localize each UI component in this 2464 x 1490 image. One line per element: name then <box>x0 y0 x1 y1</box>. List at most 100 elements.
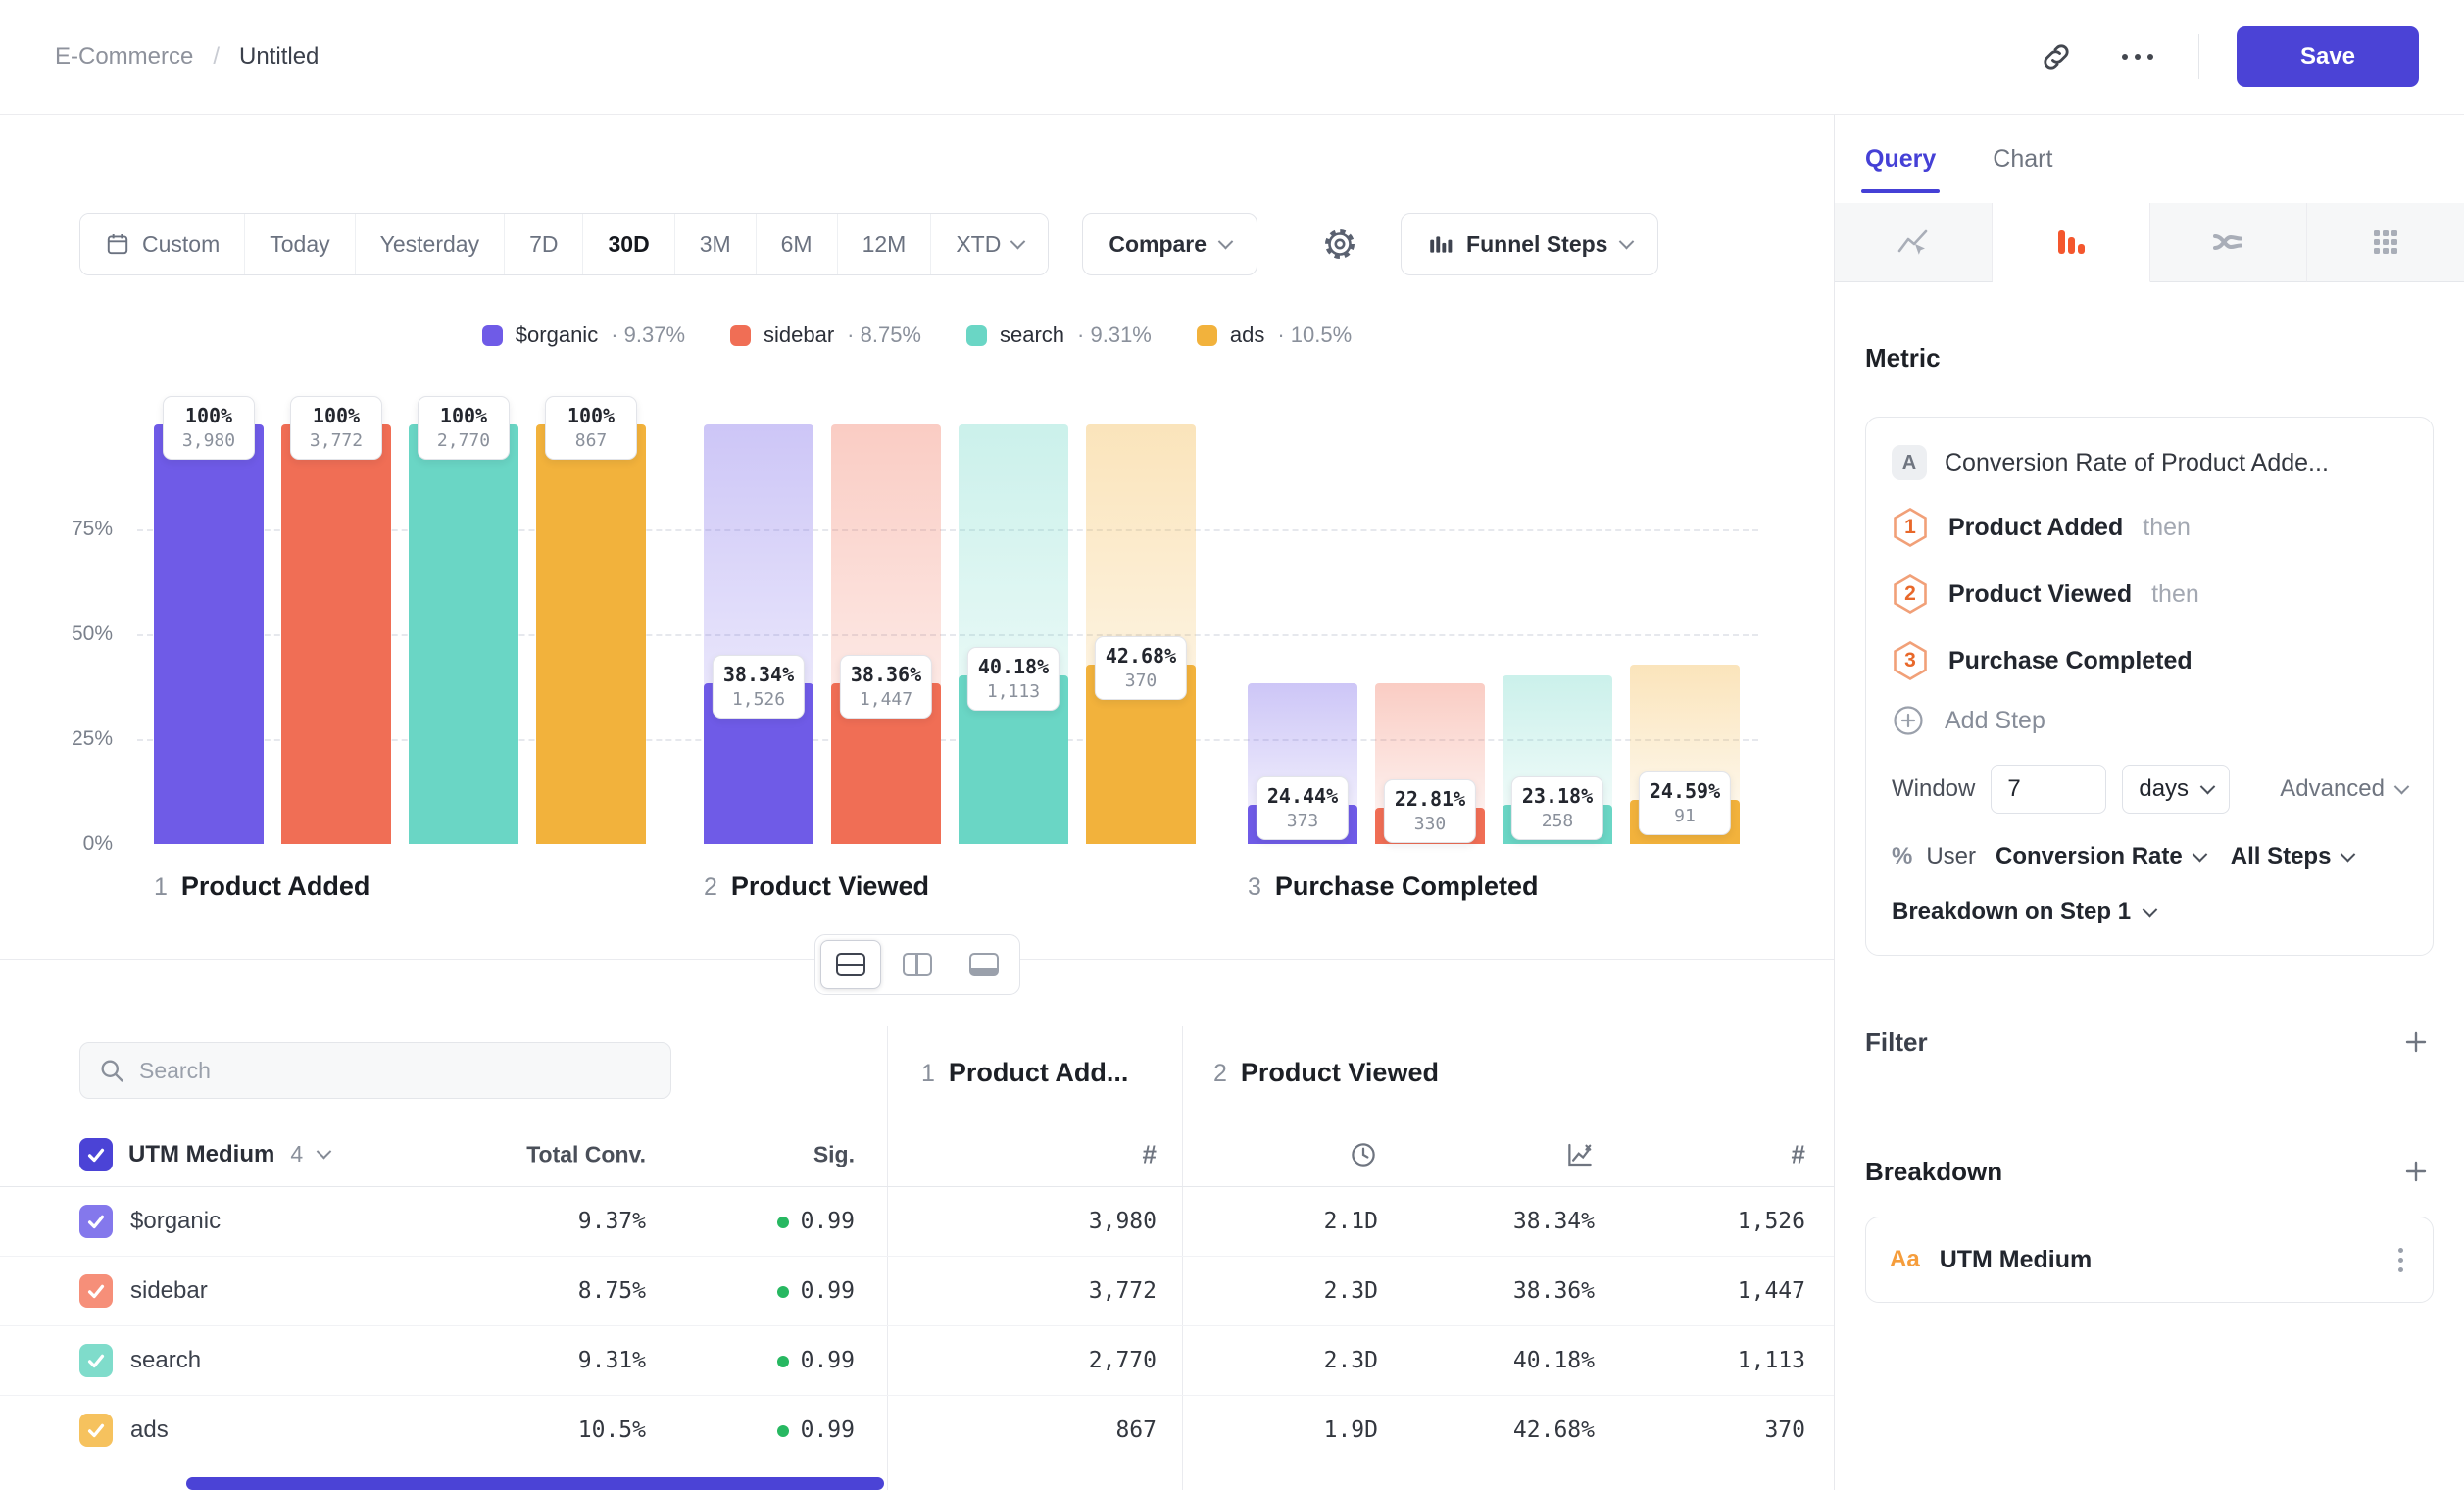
unit-percent-icon[interactable]: % <box>1892 843 1912 870</box>
legend-item[interactable]: $organic· 9.37% <box>482 323 685 348</box>
check-icon <box>85 1280 107 1302</box>
compare-button[interactable]: Compare <box>1082 213 1257 275</box>
avg-time-column-icon[interactable] <box>1349 1140 1378 1169</box>
range-label: 12M <box>862 231 907 258</box>
funnel-bar[interactable]: 42.68%370 <box>1086 424 1196 844</box>
metric-step[interactable]: 3Purchase Completed <box>1892 627 2407 694</box>
chart-type-button[interactable]: Funnel Steps <box>1401 213 1658 275</box>
funnel-bar[interactable]: 38.36%1,447 <box>831 424 941 844</box>
conversion-over-time-column-icon[interactable] <box>1565 1140 1595 1169</box>
breadcrumb-project[interactable]: E-Commerce <box>55 43 193 71</box>
share-link-icon[interactable] <box>2032 32 2081 81</box>
step-number: 1 <box>154 873 168 902</box>
funnel-bar[interactable]: 100%2,770 <box>409 424 518 844</box>
horizontal-scrollbar-thumb[interactable] <box>186 1477 884 1490</box>
breakdown-column-header[interactable]: UTM Medium 4 <box>79 1138 329 1171</box>
range-button-yesterday[interactable]: Yesterday <box>356 214 505 274</box>
chevron-down-icon <box>1218 233 1234 249</box>
count-column-icon[interactable]: # <box>1792 1139 1805 1169</box>
window-unit-select[interactable]: days <box>2122 765 2230 814</box>
grid-chart-tab[interactable] <box>2307 203 2464 282</box>
range-button-xtd[interactable]: XTD <box>931 214 1048 274</box>
row-checkbox[interactable] <box>79 1344 113 1377</box>
metric-step[interactable]: 2Product Viewedthen <box>1892 561 2407 627</box>
sig-column-header[interactable]: Sig. <box>813 1141 855 1167</box>
range-button-3m[interactable]: 3M <box>675 214 757 274</box>
funnel-bar[interactable]: 38.34%1,526 <box>704 424 813 844</box>
funnel-bar[interactable]: 100%3,980 <box>154 424 264 844</box>
window-value-input[interactable] <box>1991 765 2106 814</box>
row-checkbox[interactable] <box>79 1205 113 1238</box>
funnel-bar[interactable]: 22.81%330 <box>1375 424 1485 844</box>
add-step-button[interactable]: Add Step <box>1892 694 2407 741</box>
funnel-bar[interactable]: 100%867 <box>536 424 646 844</box>
row-checkbox[interactable] <box>79 1414 113 1447</box>
range-button-6m[interactable]: 6M <box>757 214 838 274</box>
cell-avg-time: 2.1D <box>1324 1209 1378 1234</box>
metric-title-row[interactable]: A Conversion Rate of Product Adde... <box>1892 445 2407 480</box>
funnel-step-group: 38.34%1,52638.36%1,44740.18%1,11342.68%3… <box>704 424 1196 844</box>
breakdown-select-all-checkbox[interactable] <box>79 1138 113 1171</box>
funnel-bar-value-label: 23.18%258 <box>1511 776 1603 840</box>
range-label: Yesterday <box>380 231 479 258</box>
table-row[interactable]: ads10.5%0.998671.9D42.68%370 <box>0 1396 1834 1465</box>
funnel-bar[interactable]: 24.44%373 <box>1248 424 1357 844</box>
row-checkbox[interactable] <box>79 1274 113 1308</box>
breadcrumb-title[interactable]: Untitled <box>239 43 319 71</box>
add-breakdown-button[interactable] <box>2398 1154 2434 1189</box>
legend-item[interactable]: sidebar· 8.75% <box>730 323 921 348</box>
measure-dropdown[interactable]: Conversion Rate <box>1996 843 2205 870</box>
unit-label[interactable]: User <box>1926 843 1976 870</box>
count-column-icon[interactable]: # <box>1143 1139 1157 1169</box>
flows-chart-tab[interactable] <box>2150 203 2308 282</box>
split-vertical-icon <box>903 953 932 976</box>
range-button-today[interactable]: Today <box>245 214 355 274</box>
advanced-label: Advanced <box>2280 775 2385 803</box>
total-conv-column-header[interactable]: Total Conv. <box>526 1141 646 1167</box>
more-menu-icon[interactable] <box>2114 46 2161 68</box>
funnel-step-label: 2Product Viewed <box>704 871 929 902</box>
save-button[interactable]: Save <box>2237 26 2419 87</box>
funnel-bar[interactable]: 40.18%1,113 <box>959 424 1068 844</box>
tab-query[interactable]: Query <box>1865 115 1936 203</box>
range-button-30d[interactable]: 30D <box>583 214 674 274</box>
funnel-bar[interactable]: 24.59%91 <box>1630 424 1740 844</box>
funnel-bar[interactable]: 100%3,772 <box>281 424 391 844</box>
add-filter-button[interactable] <box>2398 1024 2434 1060</box>
legend-item[interactable]: search· 9.31% <box>966 323 1152 348</box>
range-button-7d[interactable]: 7D <box>505 214 583 274</box>
y-axis-tick: 50% <box>29 622 113 646</box>
scope-label: All Steps <box>2231 843 2332 870</box>
metric-step[interactable]: 1Product Addedthen <box>1892 494 2407 561</box>
range-label: Today <box>270 231 329 258</box>
kebab-menu-icon[interactable] <box>2392 1242 2409 1278</box>
significance-dot <box>777 1286 789 1298</box>
search-input[interactable] <box>139 1058 653 1084</box>
layout-bottom-panel-button[interactable] <box>954 940 1014 989</box>
step-number: 1 <box>921 1060 935 1088</box>
breakdown-property-card[interactable]: Aa UTM Medium <box>1865 1217 2434 1303</box>
tab-chart[interactable]: Chart <box>1993 115 2052 203</box>
table-row[interactable]: search9.31%0.992,7702.3D40.18%1,113 <box>0 1326 1834 1396</box>
advanced-toggle[interactable]: Advanced <box>2280 775 2407 803</box>
table-row[interactable]: $organic9.37%0.993,9802.1D38.34%1,526 <box>0 1187 1834 1257</box>
line-chart-tab[interactable] <box>1835 203 1993 282</box>
table-row[interactable]: sidebar8.75%0.993,7722.3D38.36%1,447 <box>0 1257 1834 1326</box>
range-button-custom[interactable]: Custom <box>80 214 245 274</box>
chevron-down-icon <box>2143 901 2158 917</box>
cell-step2-conversion: 38.36% <box>1513 1278 1595 1304</box>
layout-split-vertical-button[interactable] <box>887 940 948 989</box>
funnel-chart-tab[interactable] <box>1993 203 2150 282</box>
range-button-12m[interactable]: 12M <box>838 214 932 274</box>
split-horizontal-icon <box>836 953 865 976</box>
layout-split-horizontal-button[interactable] <box>820 940 881 989</box>
bar-pct: 100% <box>428 404 499 427</box>
legend-item[interactable]: ads· 10.5% <box>1197 323 1352 348</box>
funnel-bar-value-label: 100%3,772 <box>290 396 382 460</box>
funnel-bar[interactable]: 23.18%258 <box>1503 424 1612 844</box>
chevron-down-icon <box>2394 778 2410 794</box>
settings-gear-icon[interactable] <box>1314 219 1365 270</box>
filter-section: Filter <box>1865 1024 2434 1060</box>
breakdown-on-dropdown[interactable]: Breakdown on Step 1 <box>1892 898 2407 925</box>
scope-dropdown[interactable]: All Steps <box>2231 843 2354 870</box>
